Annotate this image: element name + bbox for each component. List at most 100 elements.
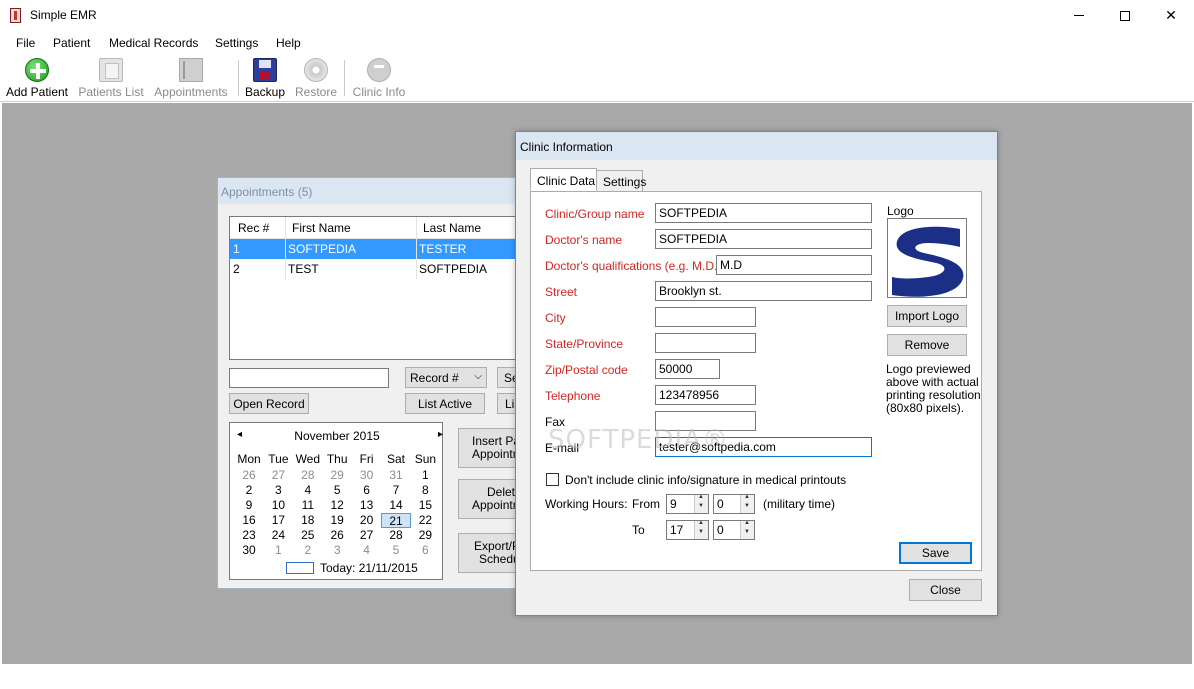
patients-list-button[interactable]: Patients List [77, 56, 145, 100]
calendar-day[interactable]: 27 [352, 528, 382, 543]
calendar-day[interactable]: 6 [352, 483, 382, 498]
calendar-day[interactable]: 9 [234, 498, 264, 513]
menu-settings[interactable]: Settings [215, 36, 258, 50]
to-minute-stepper[interactable]: 0 [713, 520, 755, 540]
close-window-button[interactable]: ✕ [1148, 0, 1194, 31]
calendar-day[interactable]: 30 [234, 543, 264, 558]
menu-patient[interactable]: Patient [53, 36, 90, 50]
appointments-calendar[interactable]: ◂ November 2015 ▸ Mon Tue Wed Thu Fri Sat Sun … [229, 422, 443, 580]
calendar-day[interactable]: 11 [293, 498, 323, 513]
fax-input[interactable] [655, 411, 756, 431]
table-row[interactable]: 1 SOFTPEDIA TESTER [230, 239, 530, 259]
calendar-day[interactable]: 3 [322, 543, 352, 558]
calendar-day[interactable]: 16 [234, 513, 264, 528]
spin-arrows-icon[interactable] [694, 494, 708, 513]
from-hour-stepper[interactable]: 9 [666, 494, 709, 514]
import-logo-button[interactable]: Import Logo [887, 305, 967, 327]
calendar-day[interactable]: 1 [263, 543, 293, 558]
calendar-day[interactable]: 24 [263, 528, 293, 543]
calendar-day[interactable]: 30 [352, 468, 382, 483]
dialog-title[interactable]: Clinic Information [516, 132, 997, 160]
calendar-day[interactable]: 17 [263, 513, 293, 528]
search-field-combo[interactable]: Record # ⌵ [405, 367, 487, 388]
email-input[interactable]: tester@softpedia.com [655, 437, 872, 457]
calendar-day[interactable]: 26 [322, 528, 352, 543]
calendar-day[interactable]: 3 [263, 483, 293, 498]
maximize-button[interactable] [1102, 0, 1148, 31]
calendar-day[interactable]: 8 [410, 483, 440, 498]
calendar-day[interactable]: 12 [322, 498, 352, 513]
state-input[interactable] [655, 333, 756, 353]
working-hours-label: Working Hours: [545, 497, 628, 511]
clinic-info-button[interactable]: Clinic Info [350, 56, 408, 100]
telephone-input[interactable]: 123478956 [655, 385, 756, 405]
cell-rec: 1 [233, 242, 240, 256]
menu-help[interactable]: Help [276, 36, 301, 50]
calendar-day[interactable]: 14 [381, 498, 411, 513]
close-button[interactable]: Close [909, 579, 982, 601]
calendar-day[interactable]: 21 [381, 513, 411, 528]
list-active-button[interactable]: List Active [405, 393, 485, 414]
calendar-day[interactable]: 4 [293, 483, 323, 498]
doctor-name-input[interactable]: SOFTPEDIA [655, 229, 872, 249]
add-patient-button[interactable]: Add Patient [4, 56, 70, 100]
col-rec[interactable]: Rec # [238, 221, 269, 235]
calendar-day[interactable]: 22 [410, 513, 440, 528]
calendar-day[interactable]: 23 [234, 528, 264, 543]
open-record-button[interactable]: Open Record [229, 393, 309, 414]
calendar-day[interactable]: 28 [381, 528, 411, 543]
appointment-search-input[interactable] [229, 368, 389, 388]
calendar-day[interactable]: 20 [352, 513, 382, 528]
calendar-day[interactable]: 27 [263, 468, 293, 483]
calendar-day[interactable]: 2 [234, 483, 264, 498]
calendar-day[interactable]: 29 [410, 528, 440, 543]
street-input[interactable]: Brooklyn st. [655, 281, 872, 301]
menu-medical-records[interactable]: Medical Records [109, 36, 198, 50]
group-name-input[interactable]: SOFTPEDIA [655, 203, 872, 223]
calendar-day[interactable]: 26 [234, 468, 264, 483]
tab-settings[interactable]: Settings [596, 170, 646, 192]
city-input[interactable] [655, 307, 756, 327]
calendar-day[interactable]: 29 [322, 468, 352, 483]
tab-clinic-data[interactable]: Clinic Data [530, 168, 597, 191]
search-field-value: Record # [410, 371, 459, 385]
calendar-day[interactable]: 13 [352, 498, 382, 513]
calendar-day[interactable]: 1 [410, 468, 440, 483]
table-row[interactable]: 2 TEST SOFTPEDIA [230, 259, 530, 279]
spin-arrows-icon[interactable] [740, 520, 754, 539]
spin-arrows-icon[interactable] [694, 520, 708, 539]
calendar-day[interactable]: 19 [322, 513, 352, 528]
calendar-day[interactable]: 4 [352, 543, 382, 558]
calendar-day[interactable]: 2 [293, 543, 323, 558]
zip-input[interactable]: 50000 [655, 359, 720, 379]
appointments-button[interactable]: Appointments [152, 56, 230, 100]
to-hour-stepper[interactable]: 17 [666, 520, 709, 540]
appointments-grid[interactable]: Rec # First Name Last Name 1 SOFTPEDIA T… [229, 216, 530, 360]
col-first-name[interactable]: First Name [292, 221, 351, 235]
calendar-day[interactable]: 18 [293, 513, 323, 528]
calendar-day[interactable]: 5 [381, 543, 411, 558]
calendar-day[interactable]: 6 [410, 543, 440, 558]
calendar-day[interactable]: 28 [293, 468, 323, 483]
backup-button[interactable]: Backup [244, 56, 286, 100]
appointments-title[interactable]: Appointments (5) [218, 178, 526, 204]
menu-file[interactable]: File [16, 36, 35, 50]
calendar-today[interactable]: Today: 21/11/2015 [320, 561, 418, 575]
calendar-next-icon[interactable]: ▸ [438, 429, 443, 440]
calendar-day[interactable]: 10 [263, 498, 293, 513]
restore-button[interactable]: Restore [294, 56, 338, 100]
calendar-day[interactable]: 31 [381, 468, 411, 483]
save-button[interactable]: Save [899, 542, 972, 564]
calendar-day[interactable]: 15 [410, 498, 440, 513]
minimize-button[interactable] [1056, 0, 1102, 31]
remove-logo-button[interactable]: Remove [887, 334, 967, 356]
col-last-name[interactable]: Last Name [423, 221, 481, 235]
dont-include-checkbox[interactable] [546, 473, 559, 486]
calendar-day[interactable]: 5 [322, 483, 352, 498]
dont-include-label[interactable]: Don't include clinic info/signature in m… [565, 473, 846, 487]
from-minute-stepper[interactable]: 0 [713, 494, 755, 514]
spin-arrows-icon[interactable] [740, 494, 754, 513]
calendar-day[interactable]: 25 [293, 528, 323, 543]
calendar-day[interactable]: 7 [381, 483, 411, 498]
qualifications-input[interactable]: M.D [716, 255, 872, 275]
